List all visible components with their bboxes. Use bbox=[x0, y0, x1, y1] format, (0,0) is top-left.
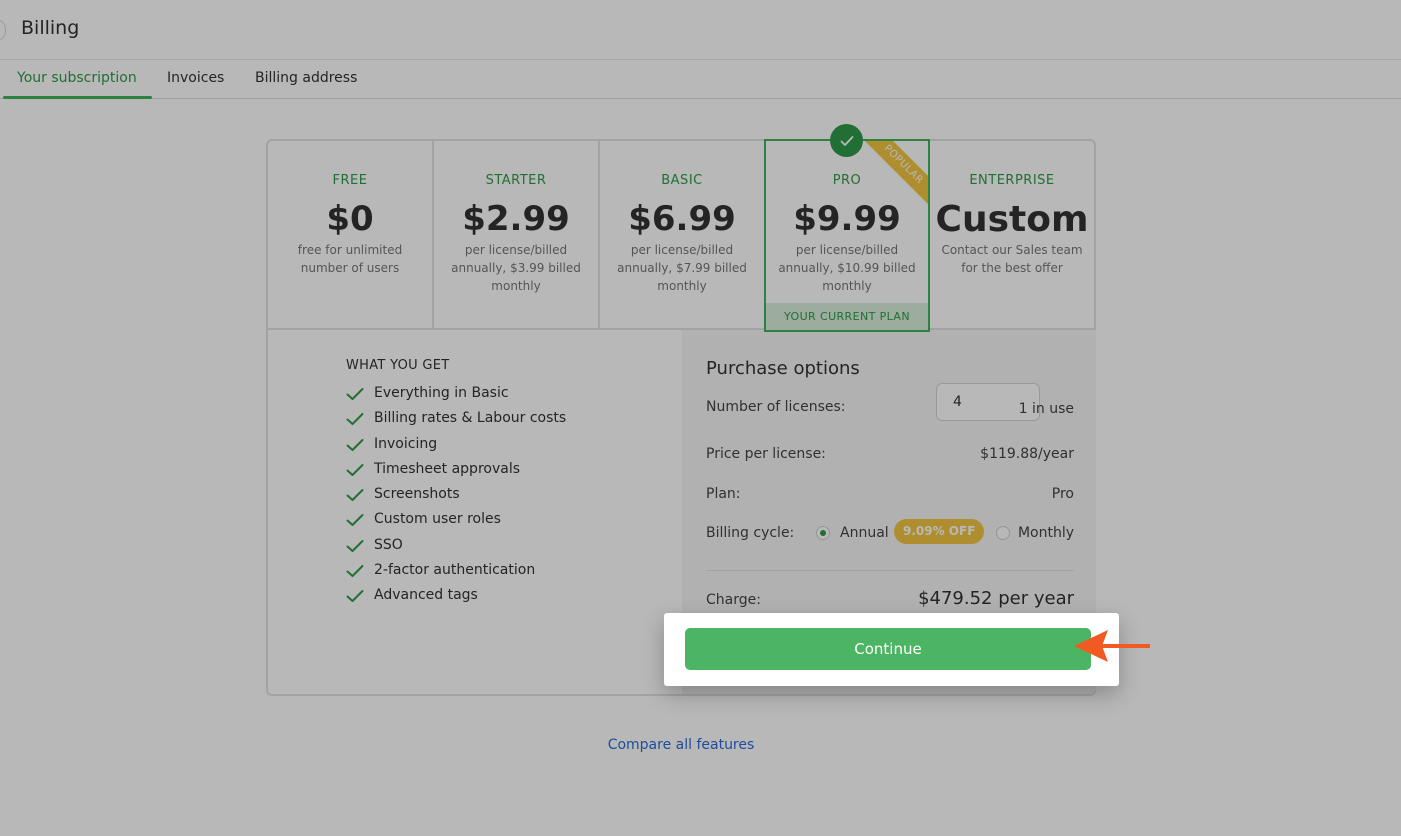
plan-price: $6.99 bbox=[628, 199, 736, 239]
continue-button[interactable]: Continue bbox=[685, 628, 1091, 670]
pointer-arrow-icon bbox=[1074, 630, 1150, 662]
page-header: Billing bbox=[0, 0, 1401, 60]
charge-label: Charge: bbox=[706, 592, 761, 608]
price-row: Price per license: $119.88/year bbox=[706, 446, 1074, 462]
plan-name: BASIC bbox=[661, 173, 703, 188]
tab-invoices[interactable]: Invoices bbox=[167, 60, 224, 99]
plan-price: $2.99 bbox=[462, 199, 570, 239]
features-heading: WHAT YOU GET bbox=[346, 358, 450, 373]
plan-description: Contact our Sales team for the best offe… bbox=[941, 243, 1083, 275]
annual-radio[interactable] bbox=[816, 526, 830, 540]
feature-item: SSO bbox=[346, 535, 566, 560]
purchase-title: Purchase options bbox=[706, 358, 860, 379]
price-label: Price per license: bbox=[706, 446, 826, 462]
plan-description: free for unlimited number of users bbox=[297, 243, 403, 275]
feature-label: Screenshots bbox=[374, 486, 460, 503]
feature-item: 2-factor authentication bbox=[346, 560, 566, 585]
plan-name: ENTERPRISE bbox=[969, 173, 1055, 188]
highlight-box: Continue bbox=[664, 613, 1119, 686]
billing-cycle-label: Billing cycle: bbox=[706, 525, 795, 541]
licenses-row: Number of licenses: 1 in use bbox=[706, 383, 1074, 421]
feature-label: Invoicing bbox=[374, 435, 438, 452]
billing-page: Billing Your subscription Invoices Billi… bbox=[0, 0, 1401, 836]
feature-label: SSO bbox=[374, 536, 403, 553]
check-icon bbox=[346, 590, 364, 603]
tab-your-subscription[interactable]: Your subscription bbox=[3, 60, 152, 99]
feature-label: Timesheet approvals bbox=[374, 460, 521, 477]
charge-row: Charge: $479.52 per year bbox=[706, 588, 1074, 609]
plan-description: per license/billed annually, $10.99 bill… bbox=[778, 243, 916, 293]
feature-item: Billing rates & Labour costs bbox=[346, 408, 566, 433]
sidebar-edge[interactable] bbox=[0, 20, 6, 40]
feature-label: 2-factor authentication bbox=[374, 562, 536, 579]
plan-description: per license/billed annually, $3.99 bille… bbox=[451, 243, 581, 293]
plan-value: Pro bbox=[1051, 486, 1074, 502]
plan-card-enterprise[interactable]: ENTERPRISE Custom Contact our Sales team… bbox=[930, 141, 1094, 330]
feature-label: Advanced tags bbox=[374, 587, 478, 604]
plan-cards: FREE $0 free for unlimited number of use… bbox=[266, 139, 1096, 332]
plan-price: $9.99 bbox=[793, 199, 901, 239]
current-plan-label: YOUR CURRENT PLAN bbox=[766, 303, 928, 330]
monthly-radio[interactable] bbox=[996, 526, 1010, 540]
tab-billing-address[interactable]: Billing address bbox=[255, 60, 357, 99]
plan-name: PRO bbox=[832, 173, 862, 188]
monthly-label[interactable]: Monthly bbox=[1018, 525, 1074, 541]
feature-label: Everything in Basic bbox=[374, 385, 509, 401]
check-icon bbox=[346, 388, 364, 400]
discount-badge: 9.09% OFF bbox=[894, 519, 985, 544]
current-plan-check-icon bbox=[830, 124, 863, 157]
page-title: Billing bbox=[21, 17, 80, 39]
plan-name: FREE bbox=[332, 173, 368, 188]
plan-label: Plan: bbox=[706, 486, 741, 502]
plan-name: STARTER bbox=[485, 173, 547, 188]
feature-label: Custom user roles bbox=[374, 511, 501, 528]
feature-item: Invoicing bbox=[346, 434, 566, 459]
check-icon bbox=[346, 514, 364, 527]
compare-features-link[interactable]: Compare all features bbox=[0, 737, 1362, 753]
billing-tabs: Your subscription Invoices Billing addre… bbox=[0, 60, 1401, 99]
feature-item: Timesheet approvals bbox=[346, 459, 566, 484]
plan-price: Custom bbox=[935, 199, 1089, 240]
licenses-label: Number of licenses: bbox=[706, 399, 846, 415]
feature-item: Custom user roles bbox=[346, 509, 566, 534]
plan-card-starter[interactable]: STARTER $2.99 per license/billed annuall… bbox=[434, 141, 598, 330]
check-icon bbox=[346, 438, 364, 451]
plan-card-basic[interactable]: BASIC $6.99 per license/billed annually,… bbox=[600, 141, 764, 330]
billing-cycle-row: Billing cycle: Annual 9.09% OFF Monthly bbox=[706, 519, 1074, 544]
check-icon bbox=[346, 539, 364, 552]
feature-item: Everything in Basic bbox=[346, 383, 566, 408]
plan-card-pro[interactable]: POPULAR PRO $9.99 per license/billed ann… bbox=[764, 139, 930, 332]
plan-description: per license/billed annually, $7.99 bille… bbox=[617, 243, 747, 293]
check-icon bbox=[346, 489, 364, 502]
annual-label[interactable]: Annual bbox=[840, 525, 889, 541]
plan-card-free[interactable]: FREE $0 free for unlimited number of use… bbox=[268, 141, 432, 330]
plan-row: Plan: Pro bbox=[706, 486, 1074, 502]
feature-label: Billing rates & Labour costs bbox=[374, 410, 567, 427]
divider bbox=[706, 570, 1074, 571]
plan-price: $0 bbox=[326, 199, 374, 239]
charge-value: $479.52 per year bbox=[918, 588, 1074, 609]
feature-item: Screenshots bbox=[346, 484, 566, 509]
check-icon bbox=[346, 413, 364, 426]
feature-item: Advanced tags bbox=[346, 585, 566, 610]
check-icon bbox=[346, 463, 364, 476]
price-value: $119.88/year bbox=[980, 446, 1074, 462]
features-list: WHAT YOU GET Everything in Basic Billing… bbox=[346, 358, 566, 611]
check-icon bbox=[346, 565, 364, 578]
licenses-in-use: 1 in use bbox=[1018, 401, 1074, 417]
